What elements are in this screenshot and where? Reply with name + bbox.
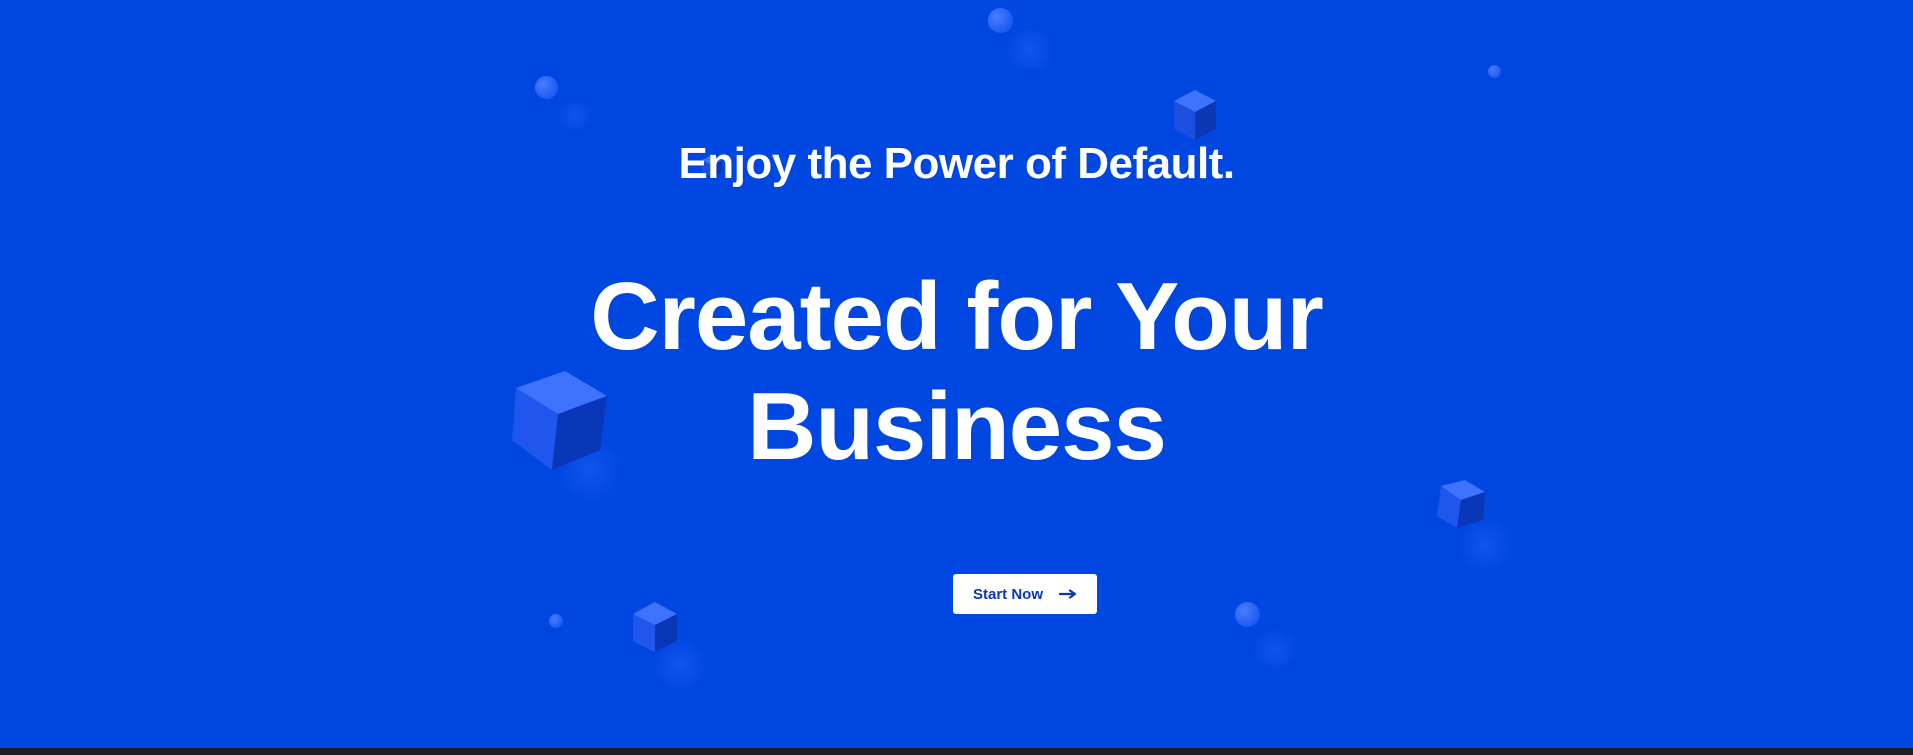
hero-section: Enjoy the Power of Default. Created for … <box>0 0 1913 748</box>
start-now-button[interactable]: Start Now <box>953 574 1097 614</box>
sphere-icon <box>988 8 1013 33</box>
hero-subheading: Enjoy the Power of Default. <box>678 139 1235 188</box>
glow <box>1250 630 1300 670</box>
arrow-right-icon <box>1059 589 1077 599</box>
sphere-icon <box>1235 602 1260 627</box>
start-now-label: Start Now <box>972 585 1043 603</box>
footer-bar <box>0 748 1913 755</box>
sphere-icon <box>549 614 563 628</box>
sphere-icon <box>1488 65 1501 78</box>
hero-headline: Created for Your Business <box>0 262 1913 482</box>
headline-line-2: Business <box>747 373 1167 480</box>
sphere-icon <box>535 76 558 99</box>
headline-line-1: Created for Your <box>590 263 1324 370</box>
cube-icon <box>633 602 677 652</box>
glow <box>555 100 595 130</box>
glow <box>1000 30 1060 70</box>
cube-icon <box>1437 480 1485 528</box>
